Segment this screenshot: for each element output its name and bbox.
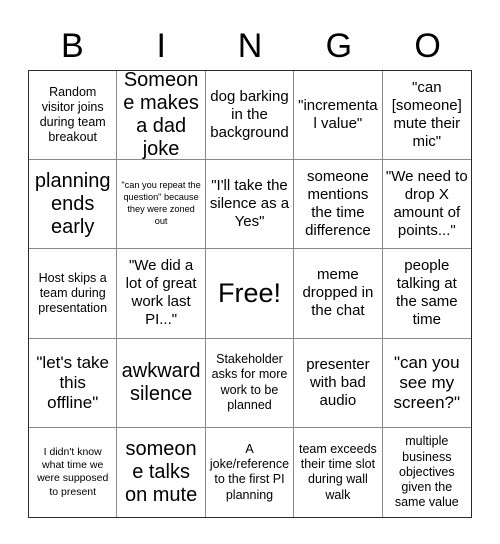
bingo-cell-text: multiple business objectives given the s… [394,434,459,510]
bingo-grid: Random visitor joins during team breakou… [28,70,472,518]
bingo-cell-text: planning ends early [34,169,111,238]
bingo-cell-text: Stakeholder asks for more work to be pla… [211,352,288,412]
bingo-cell-text: "incremental value" [298,97,378,133]
bingo-cell[interactable]: "I'll take the silence as a Yes" [205,160,295,250]
bingo-cell[interactable]: team exceeds their time slot during wall… [294,427,383,517]
bingo-cell[interactable]: I didn't know what time we were supposed… [29,427,118,517]
bingo-cell-text: team exceeds their time slot during wall… [298,441,377,502]
bingo-cell[interactable]: planning ends early [29,160,118,250]
bingo-cell[interactable]: "We need to drop X amount of points..." [382,160,471,250]
bingo-cell[interactable]: "We did a lot of great work last PI..." [117,249,206,339]
bingo-cell-text: "let's take this offline" [36,352,109,412]
bingo-cell[interactable]: "can [someone] mute their mic" [382,71,471,161]
bingo-cell[interactable]: "can you repeat the question" because th… [117,160,206,250]
bingo-cell[interactable]: Someone makes a dad joke [117,71,206,161]
bingo-cell-text: "We need to drop X amount of points..." [385,168,468,240]
bingo-cell-text: presenter with bad audio [306,355,370,409]
bingo-cell-text: "can [someone] mute their mic" [391,79,462,151]
bingo-cell[interactable]: A joke/reference to the first PI plannin… [205,427,295,517]
bingo-cell[interactable]: people talking at the same time [382,249,471,339]
bingo-cell[interactable]: "can you see my screen?" [382,338,471,428]
bingo-cell-text: someone talks on mute [124,437,198,506]
bingo-cell-text: dog barking in the background [210,88,289,142]
bingo-cell-text: "can you repeat the question" because th… [121,180,201,227]
bingo-cell[interactable]: "let's take this offline" [29,338,118,428]
bingo-cell[interactable]: Random visitor joins during team breakou… [29,71,118,161]
bingo-cell-text: meme dropped in the chat [302,266,374,320]
bingo-cell-text: Someone makes a dad joke [123,71,199,161]
bingo-cell[interactable]: meme dropped in the chat [294,249,383,339]
bingo-cell[interactable]: presenter with bad audio [294,338,383,428]
bingo-card: B I N G O Random visitor joins during te… [0,0,500,544]
bingo-cell-text: I didn't know what time we were supposed… [37,446,109,498]
bingo-cell[interactable]: awkward silence [117,338,206,428]
bingo-cell-text: people talking at the same time [395,257,458,329]
bingo-cell-text: awkward silence [121,359,201,405]
bingo-header-letter-n: N [237,27,263,65]
bingo-header-letter-b: B [61,27,84,65]
bingo-cell[interactable]: multiple business objectives given the s… [382,427,471,517]
bingo-header-letter-i: I [156,27,166,65]
bingo-cell-text: "I'll take the silence as a Yes" [209,177,290,231]
bingo-cell-text: Random visitor joins during team breakou… [39,84,106,145]
bingo-cell[interactable]: "incremental value" [294,71,383,161]
bingo-cell[interactable]: Stakeholder asks for more work to be pla… [205,338,295,428]
bingo-cell-text: "We did a lot of great work last PI..." [125,257,197,329]
bingo-cell[interactable]: someone mentions the time difference [294,160,383,250]
bingo-header-letter-g: G [325,27,353,65]
bingo-free-space[interactable]: Free! [205,249,295,339]
bingo-cell-text: someone mentions the time difference [305,168,371,240]
bingo-cell-text: Host skips a team during presentation [38,270,108,316]
bingo-header-letter-o: O [414,27,441,65]
bingo-cell-text: "can you see my screen?" [393,352,461,412]
bingo-header-row: B I N G O [28,22,472,70]
bingo-free-space-text: Free! [217,278,281,309]
bingo-cell[interactable]: dog barking in the background [205,71,295,161]
bingo-cell[interactable]: Host skips a team during presentation [29,249,118,339]
bingo-cell[interactable]: someone talks on mute [117,427,206,517]
bingo-cell-text: A joke/reference to the first PI plannin… [209,441,290,502]
